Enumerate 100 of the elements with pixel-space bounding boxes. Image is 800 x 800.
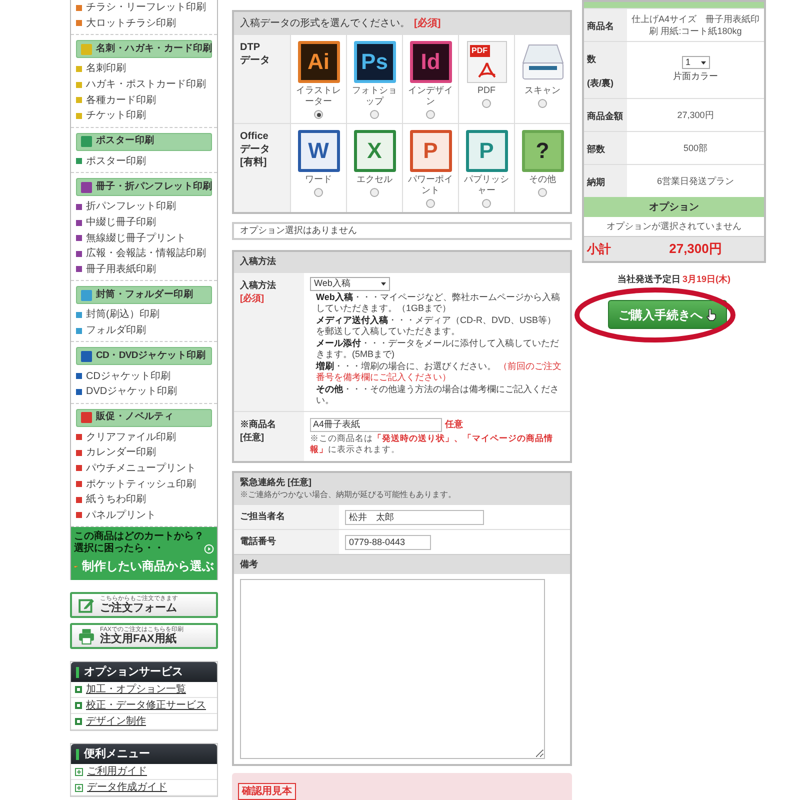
- category-title: 封筒・フォルダー印刷: [96, 288, 194, 302]
- field-value: 6営業日発送プラン: [656, 175, 734, 187]
- category-title: 冊子・折パンフレット印刷: [96, 180, 212, 194]
- category-title: CD・DVDジャケット印刷: [96, 349, 206, 364]
- bullet-icon: [76, 434, 82, 440]
- sidebar-link[interactable]: 無線綴じ冊子プリント: [76, 230, 212, 246]
- category-header[interactable]: ポスター印刷: [76, 132, 212, 151]
- field-label: 数 (表/裏): [587, 54, 614, 88]
- field-value: 仕上げA4サイズ 冊子用表紙印刷 用紙:コート紙180kg: [630, 13, 760, 37]
- quantity-select[interactable]: 1: [682, 56, 710, 70]
- field-label: 商品名: [587, 21, 614, 31]
- menu-link[interactable]: デザイン制作: [86, 714, 146, 730]
- radio-button[interactable]: [482, 99, 491, 108]
- icon-badge: PDF: [470, 45, 490, 57]
- menu-link[interactable]: 加工・オプション一覧: [86, 682, 186, 698]
- radio-button[interactable]: [370, 110, 379, 119]
- product-name-input[interactable]: A4冊子表紙: [310, 418, 442, 432]
- button-label: 注文用FAX用紙: [100, 634, 176, 646]
- option-label: フォトショップ: [351, 85, 398, 107]
- menu-title: オプションサービス: [84, 664, 183, 680]
- category-header[interactable]: 冊子・折パンフレット印刷: [76, 178, 212, 196]
- radio-button[interactable]: [314, 110, 323, 119]
- sidebar-link[interactable]: 封筒(刷込）印刷: [76, 307, 212, 323]
- bullet-icon: [76, 82, 82, 88]
- bullet-icon: [76, 220, 82, 226]
- menu-title: 便利メニュー: [84, 746, 150, 762]
- dropdown-caret-icon: [700, 60, 706, 65]
- menu-link[interactable]: 校正・データ修正サービス: [86, 698, 206, 714]
- sidebar-link[interactable]: カレンダー印刷: [76, 445, 212, 461]
- option-label: パブリッシャー: [463, 174, 510, 196]
- category-header[interactable]: 販促・ノベルティ: [76, 408, 212, 426]
- icon-letter: W: [308, 140, 329, 162]
- bullet-icon: [76, 235, 82, 242]
- option-label: その他: [529, 174, 556, 185]
- option-label: インデザイン: [407, 85, 454, 107]
- sample-heading: 確認用見本: [238, 783, 296, 800]
- sidebar-link[interactable]: DVDジャケット印刷: [76, 384, 212, 400]
- icon-letter: Ps: [361, 51, 388, 73]
- bullet-icon: [76, 112, 82, 119]
- sidebar-link[interactable]: チラシ・リーフレット印刷: [76, 0, 212, 16]
- sidebar-link[interactable]: パネルプリント: [76, 507, 212, 524]
- sidebar-link[interactable]: 大ロットチラシ印刷: [76, 16, 212, 32]
- icon-letter: ?: [536, 140, 550, 162]
- bullet-icon: [75, 718, 82, 726]
- radio-button[interactable]: [482, 199, 491, 208]
- sidebar-link[interactable]: 広報・会報誌・情報誌印刷: [76, 246, 212, 262]
- option-label: スキャン: [524, 85, 560, 96]
- subtotal-value: 27,300円: [668, 240, 723, 258]
- hand-cursor-icon: [706, 308, 716, 320]
- radio-button[interactable]: [314, 188, 323, 197]
- field-label: ご担当者名: [240, 510, 285, 524]
- section-title: オプション: [649, 200, 699, 214]
- sidebar-link[interactable]: フォルダ印刷: [76, 322, 212, 338]
- category-title: ポスター印刷: [96, 134, 154, 148]
- field-label: 部数: [587, 144, 605, 154]
- sidebar-link[interactable]: クリアファイル印刷: [76, 430, 212, 446]
- field-label: 備考: [240, 558, 258, 571]
- plus-box-icon: [75, 768, 83, 776]
- menu-link[interactable]: データ作成ガイド: [87, 780, 167, 796]
- category-title: 名刺・ハガキ・カード印刷: [96, 42, 212, 56]
- radio-button[interactable]: [426, 199, 435, 208]
- sidebar-link[interactable]: ハガキ・ポストカード印刷: [76, 76, 212, 92]
- promo-banner[interactable]: この商品はどのカートから？ 選択に困ったら・・ 制作したい商品から選ぶ: [71, 527, 217, 580]
- menu-link[interactable]: ご利用ガイド: [87, 764, 147, 780]
- sidebar-link[interactable]: パウチメニュープリント: [76, 460, 212, 476]
- bullet-icon: [76, 158, 82, 164]
- sidebar-link[interactable]: 各種カード印刷: [76, 92, 212, 108]
- field-value: 27,300円: [677, 109, 714, 121]
- row-label: DTP データ: [234, 35, 290, 123]
- play-circle-icon: [204, 543, 214, 556]
- category-header[interactable]: 封筒・フォルダー印刷: [76, 286, 212, 304]
- sidebar-link[interactable]: 紙うちわ印刷: [76, 492, 212, 508]
- field-label: ※商品名: [240, 418, 277, 430]
- category-header[interactable]: 名刺・ハガキ・カード印刷: [76, 40, 212, 58]
- button-label: ご注文フォーム: [100, 603, 177, 614]
- accent-bar: [76, 748, 79, 760]
- radio-button[interactable]: [426, 110, 435, 119]
- description-text: メディア送付入稿・・・メディア（CD-R、DVD、USB等）を郵送して入稿していただきます。: [316, 314, 558, 338]
- sidebar-link[interactable]: ポケットティッシュ印刷: [76, 476, 212, 492]
- radio-button[interactable]: [538, 188, 547, 197]
- category-header[interactable]: CD・DVDジャケット印刷: [76, 347, 212, 366]
- text-input[interactable]: 松井 太郎: [345, 510, 484, 524]
- sidebar-link[interactable]: 折パンフレット印刷: [76, 199, 212, 215]
- bullet-icon: [76, 450, 82, 456]
- sidebar-link[interactable]: CDジャケット印刷: [76, 368, 212, 384]
- text-input[interactable]: 0779-88-0443: [345, 534, 431, 550]
- promo-text: この商品はどのカートから？: [74, 531, 204, 542]
- radio-button[interactable]: [538, 99, 547, 108]
- bullet-icon: [76, 266, 82, 272]
- sidebar-link[interactable]: チケット印刷: [76, 108, 212, 124]
- sidebar-link[interactable]: 名刺印刷: [76, 61, 212, 77]
- radio-button[interactable]: [370, 188, 379, 197]
- printer-icon: [78, 628, 95, 645]
- pencil-note-icon: [78, 596, 95, 614]
- sidebar-link[interactable]: ポスター印刷: [76, 154, 212, 170]
- icon-letter: X: [367, 140, 382, 162]
- required-tag: [必須]: [240, 292, 298, 306]
- sidebar-link[interactable]: 冊子用表紙印刷: [76, 262, 212, 278]
- method-select[interactable]: Web入稿: [310, 276, 390, 290]
- sidebar-link[interactable]: 中綴じ冊子印刷: [76, 214, 212, 230]
